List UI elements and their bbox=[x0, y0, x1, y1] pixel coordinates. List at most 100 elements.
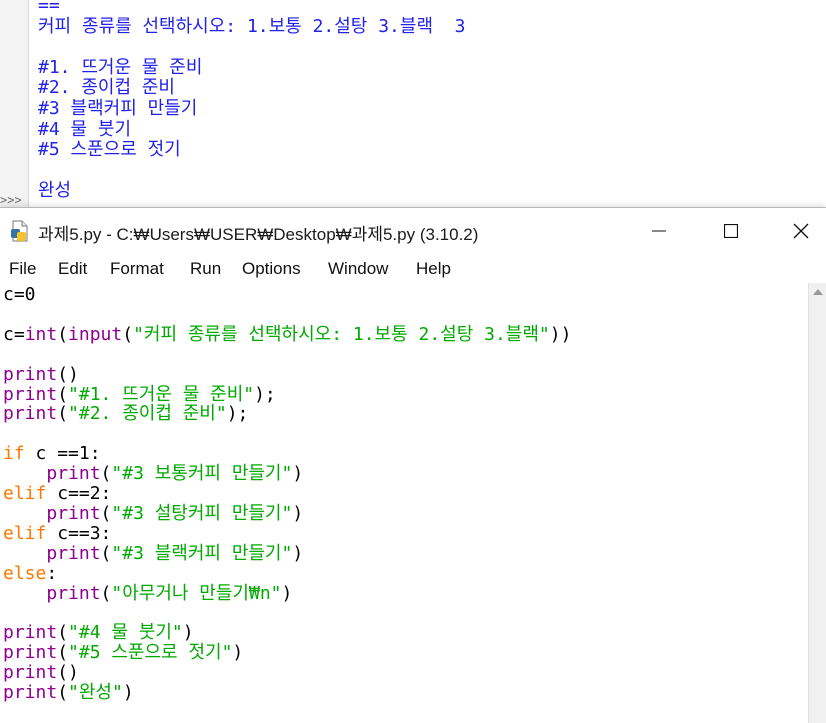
code-token: ) bbox=[292, 542, 304, 564]
code-token: c==3: bbox=[46, 522, 112, 544]
builtin-token: int bbox=[24, 323, 58, 345]
code-line: elif c==3: bbox=[3, 522, 112, 544]
vertical-scrollbar[interactable] bbox=[808, 283, 826, 723]
code-line: print("#1. 뜨거운 물 준비"); bbox=[3, 383, 276, 405]
python-file-icon bbox=[11, 220, 28, 242]
menu-window[interactable]: Window bbox=[328, 259, 388, 279]
string-token: "커피 종류를 선택하시오: 1.보통 2.설탕 3.블랙" bbox=[133, 323, 550, 345]
close-icon bbox=[793, 223, 809, 238]
minimize-button[interactable] bbox=[624, 208, 694, 253]
shell-output-line: #4 물 붓기 bbox=[38, 118, 132, 140]
menu-options[interactable]: Options bbox=[242, 259, 301, 279]
shell-output-line: 완성 bbox=[38, 180, 72, 202]
code-line: print() bbox=[3, 363, 79, 385]
code-token: ) bbox=[292, 502, 304, 524]
keyword-token: elif bbox=[3, 522, 47, 544]
code-line: c=int(input("커피 종류를 선택하시오: 1.보통 2.설탕 3.블… bbox=[3, 323, 571, 345]
builtin-token: print bbox=[46, 582, 101, 604]
string-token: "#1. 뜨거운 물 준비" bbox=[68, 383, 255, 405]
code-line: print("#3 설탕커피 만들기") bbox=[3, 502, 304, 524]
menu-run[interactable]: Run bbox=[190, 259, 221, 279]
title-bar[interactable]: 과제5.py - C:₩Users₩USER₩Desktop₩과제5.py (3… bbox=[0, 208, 826, 253]
code-token: () bbox=[57, 662, 79, 684]
builtin-token: print bbox=[46, 502, 101, 524]
builtin-token: print bbox=[3, 642, 58, 664]
builtin-token: print bbox=[46, 463, 101, 485]
code-line: print("#5 스푼으로 젓기") bbox=[3, 643, 243, 663]
shell-gutter bbox=[0, 0, 28, 210]
shell-gutter-divider bbox=[28, 0, 29, 210]
shell-output-line: #3 블랙커피 만들기 bbox=[38, 98, 198, 119]
menu-file[interactable]: File bbox=[9, 259, 36, 279]
code-token: ( bbox=[57, 403, 69, 425]
string-token: "#2. 종이컵 준비" bbox=[68, 403, 227, 425]
code-line: if c ==1: bbox=[3, 444, 101, 464]
code-token: c ==1: bbox=[24, 443, 101, 465]
code-line: print("#3 블랙커피 만들기") bbox=[3, 542, 304, 564]
code-token: c=0 bbox=[3, 284, 36, 305]
code-token: ( bbox=[57, 323, 69, 345]
minimize-icon bbox=[652, 230, 666, 231]
maximize-button[interactable] bbox=[696, 208, 766, 253]
builtin-token: print bbox=[46, 542, 101, 564]
shell-output-line: 커피 종류를 선택하시오: 1.보통 2.설탕 3.블랙 3 bbox=[38, 15, 466, 37]
builtin-token: print bbox=[3, 682, 58, 703]
window-title: 과제5.py - C:₩Users₩USER₩Desktop₩과제5.py (3… bbox=[38, 225, 479, 244]
code-line: c=0 bbox=[3, 285, 36, 305]
code-token: : bbox=[46, 562, 58, 584]
code-token: ( bbox=[57, 383, 69, 405]
menu-format[interactable]: Format bbox=[110, 259, 164, 279]
builtin-token: print bbox=[3, 662, 58, 684]
maximize-icon bbox=[724, 223, 738, 238]
keyword-token: if bbox=[3, 443, 25, 465]
menu-help[interactable]: Help bbox=[416, 259, 451, 279]
code-token: c= bbox=[3, 323, 25, 345]
string-token: "#5 스푼으로 젓기" bbox=[68, 642, 233, 664]
code-token: ) bbox=[182, 622, 194, 644]
builtin-token: print bbox=[3, 363, 58, 385]
code-line: print("#3 보통커피 만들기") bbox=[3, 464, 303, 484]
code-token: ( bbox=[100, 542, 112, 564]
code-token: () bbox=[57, 363, 79, 385]
string-token: "#3 설탕커피 만들기" bbox=[111, 502, 293, 524]
code-token: ); bbox=[226, 403, 249, 425]
menu-edit[interactable]: Edit bbox=[58, 259, 87, 279]
string-token: "#4 물 붓기" bbox=[68, 622, 183, 644]
shell-output-line: #5 스푼으로 젓기 bbox=[38, 139, 181, 161]
string-token: "#3 블랙커피 만들기" bbox=[111, 542, 293, 564]
shell-output-line: #1. 뜨거운 물 준비 bbox=[38, 56, 203, 78]
builtin-token: input bbox=[68, 323, 123, 345]
string-token: "#3 보통커피 만들기" bbox=[111, 463, 293, 485]
code-token: ( bbox=[57, 622, 69, 644]
code-token: ( bbox=[100, 502, 112, 524]
shell-output-line: == bbox=[38, 0, 60, 16]
code-token: ( bbox=[122, 323, 134, 345]
code-token: ) bbox=[281, 582, 293, 604]
builtin-token: print bbox=[3, 622, 58, 644]
code-line: print("아무거나 만들기₩n") bbox=[3, 582, 293, 604]
code-token: ( bbox=[100, 463, 112, 485]
scroll-up-arrow-icon[interactable] bbox=[813, 289, 823, 295]
string-token: "아무거나 만들기₩n" bbox=[111, 582, 282, 604]
editor-window: 과제5.py - C:₩Users₩USER₩Desktop₩과제5.py (3… bbox=[0, 207, 826, 723]
code-token: ( bbox=[57, 682, 69, 703]
code-token: ( bbox=[57, 642, 69, 664]
code-editor[interactable]: c=0 c=int(input("커피 종류를 선택하시오: 1.보통 2.설탕 … bbox=[0, 283, 808, 723]
code-line: print() bbox=[3, 663, 79, 683]
shell-output-line: #2. 종이컵 준비 bbox=[38, 77, 175, 99]
code-line: print("#2. 종이컵 준비"); bbox=[3, 404, 248, 424]
builtin-token: print bbox=[3, 403, 58, 425]
code-token: c==2: bbox=[46, 483, 112, 504]
code-token: ) bbox=[232, 642, 244, 664]
keyword-token: elif bbox=[3, 483, 47, 504]
code-line: print("완성") bbox=[3, 683, 134, 703]
code-token: ( bbox=[100, 582, 112, 604]
code-token: ); bbox=[254, 383, 276, 405]
close-button[interactable] bbox=[766, 208, 826, 253]
menu-bar: File Edit Format Run Options Window Help bbox=[0, 253, 826, 283]
idle-shell-window: == 커피 종류를 선택하시오: 1.보통 2.설탕 3.블랙 3 #1. 뜨거운 … bbox=[0, 0, 826, 210]
builtin-token: print bbox=[3, 383, 58, 405]
keyword-token: else bbox=[3, 562, 47, 584]
